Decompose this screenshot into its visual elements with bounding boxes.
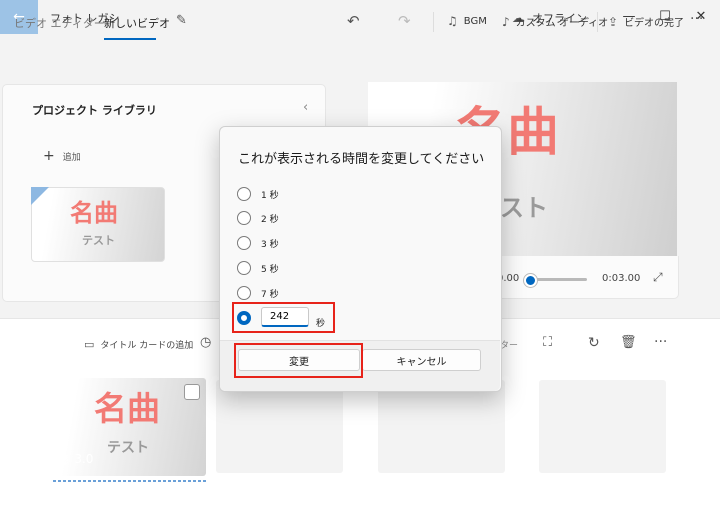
empty-clip-slot [378,380,505,473]
collapse-chevron-icon[interactable]: ‹ [303,100,308,115]
clip-select-checkbox[interactable] [184,384,200,400]
library-thumbnail-subtitle: テスト [82,234,115,247]
more-options-icon[interactable]: ··· [690,11,703,27]
filter-button-label[interactable]: ター [500,338,518,351]
option-5-seconds[interactable]: 5 秒 [237,261,279,275]
option-2-seconds[interactable]: 2 秒 [237,211,279,225]
clip-duration: 3.0 [74,452,94,466]
option-1-second[interactable]: 1 秒 [237,187,279,201]
divider [597,12,598,32]
radio-button[interactable] [237,261,251,275]
bgm-label: BGM [463,15,487,27]
change-button-highlight [234,343,363,378]
option-3-seconds[interactable]: 3 秒 [237,236,279,250]
option-label: 1 秒 [261,190,279,201]
radio-button[interactable] [237,236,251,250]
added-marker-icon [31,187,49,205]
image-icon: ▨ [58,452,70,466]
seek-handle[interactable] [524,274,537,287]
divider [433,12,434,32]
plus-icon: + [43,148,55,164]
music-note-icon: ♫ [447,14,458,28]
finish-video-label: ビデオの完了 [624,18,685,29]
option-7-seconds[interactable]: 7 秒 [237,286,279,300]
radio-button[interactable] [237,286,251,300]
bgm-button[interactable]: ♫ BGM [447,14,487,28]
finish-video-button[interactable]: ⇪ ビデオの完了 [608,14,685,30]
radio-button[interactable] [237,187,251,201]
option-label: 5 秒 [261,264,279,275]
resize-icon[interactable]: ⛶ [543,335,552,350]
delete-icon[interactable]: 🗑 [620,335,637,350]
clip-subtitle-text: テスト [107,440,149,456]
rotate-icon[interactable]: ↻ [588,335,600,351]
cancel-button[interactable]: キャンセル [362,349,481,371]
export-icon: ⇪ [608,14,619,29]
dialog-title: これが表示される時間を変更してください [238,152,485,167]
library-thumbnail-title: 名曲 [70,199,118,227]
custom-audio-label: カスタム オーディオ [515,18,609,29]
option-label: 7 秒 [261,289,279,300]
project-library-title: プロジェクト ライブラリ [32,104,157,117]
audio-person-icon: ♪ [502,14,510,29]
storyboard-more-icon[interactable]: ··· [654,334,667,350]
breadcrumb-active-indicator [104,38,156,40]
fullscreen-icon[interactable]: ⤢ [653,270,663,285]
add-media-button[interactable]: + 追加 [43,148,81,164]
breadcrumb-new-video[interactable]: 新しいビデオ [104,15,170,31]
radio-button[interactable] [237,211,251,225]
add-title-card-button[interactable]: ▭ タイトル カードの追加 [84,338,193,351]
custom-option-highlight [232,302,335,333]
empty-clip-slot [216,380,343,473]
command-bar [0,34,720,78]
undo-icon[interactable]: ↶ [347,12,360,30]
add-title-card-label: タイトル カードの追加 [100,341,194,351]
title-card-icon: ▭ [84,338,95,351]
total-time: 0:03.00 [602,273,641,284]
duration-clock-icon[interactable]: ◷ [200,335,211,350]
clip-title-text: 名曲 [94,389,160,428]
edit-name-icon[interactable]: ✎ [176,13,187,28]
option-label: 2 秒 [261,214,279,225]
option-label: 3 秒 [261,239,279,250]
breadcrumb-separator-icon: › [89,13,95,28]
clip-selected-indicator [53,480,206,482]
redo-icon[interactable]: ↷ [398,12,411,30]
clip-duration-badge: ▨ 3.0 [58,452,93,466]
custom-audio-button[interactable]: ♪ カスタム オーディオ [502,14,609,30]
add-media-label: 追加 [62,152,81,163]
empty-clip-slot [539,380,666,473]
